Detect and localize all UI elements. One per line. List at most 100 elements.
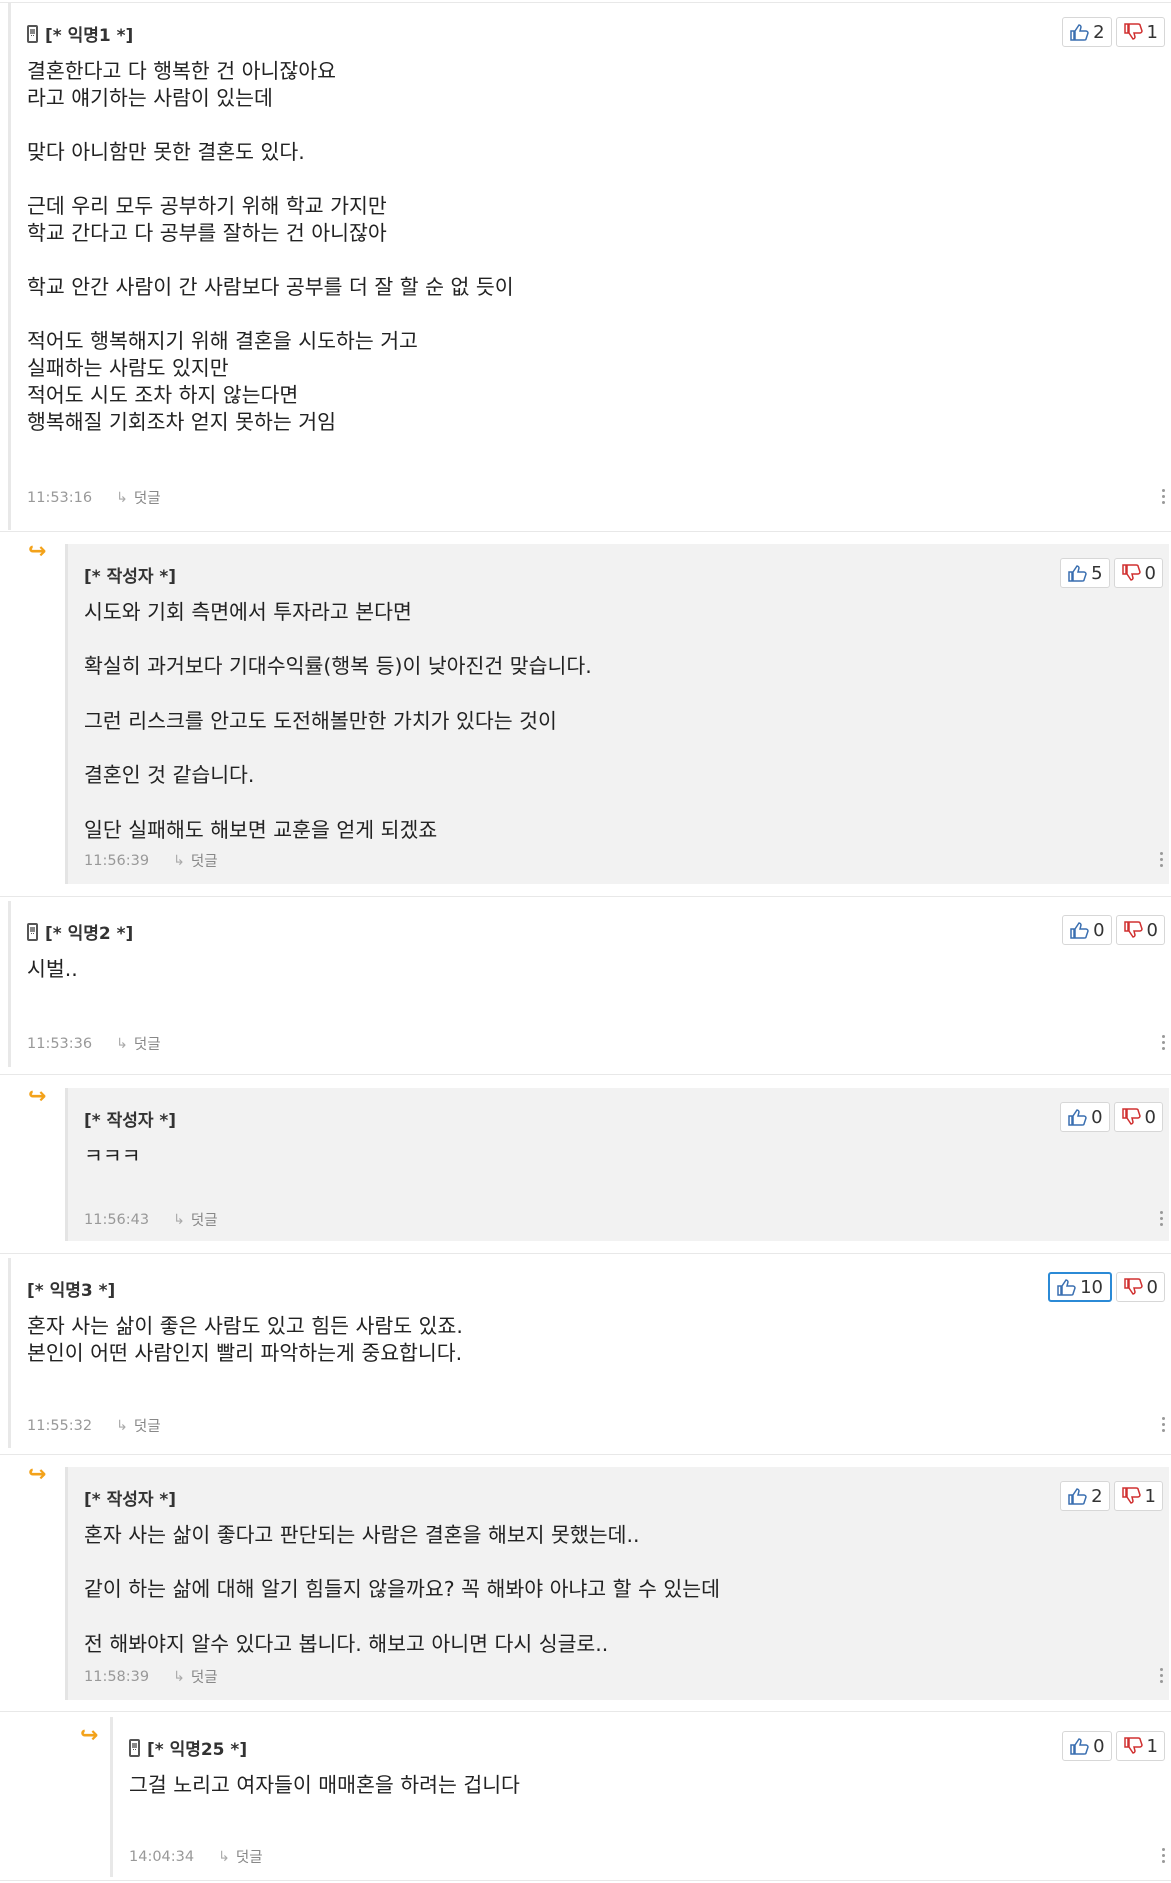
mobile-icon <box>27 24 38 43</box>
comment-time: 11:56:43 <box>84 1211 150 1228</box>
more-options-icon[interactable] <box>1161 1417 1165 1432</box>
vote-group: 0 0 <box>1060 1102 1163 1132</box>
reply-arrow-icon: ↳ <box>173 852 185 869</box>
thumbs-down-icon <box>1123 921 1143 939</box>
reply-1: ↪ [* 작성자 *] 5 0 시도와 기회 측면에서 투자라고 본다면 확실히… <box>0 532 1171 896</box>
nested-reply-1: ↪ [* 익명25 *] 0 1 그걸 노리고 여자들이 매매혼을 하려는 겁니… <box>0 1712 1171 1883</box>
reply-arrow-icon: ↳ <box>218 1848 230 1865</box>
vote-group: 2 1 <box>1062 17 1165 47</box>
comment-body: ㅋㅋㅋ <box>84 1144 141 1168</box>
reply-arrow-icon: ↳ <box>116 489 128 506</box>
reply-link[interactable]: ↳ 덧글 <box>173 850 217 871</box>
more-options-icon[interactable] <box>1161 1848 1165 1863</box>
downvote-button[interactable]: 0 <box>1113 558 1163 588</box>
comment-author[interactable]: [* 작성자 *] <box>84 1485 176 1510</box>
divider <box>0 1880 1171 1881</box>
downvote-count: 0 <box>1146 919 1158 941</box>
vote-group: 5 0 <box>1060 558 1163 588</box>
thumbs-down-icon <box>1121 1487 1141 1505</box>
reply-link[interactable]: ↳ 덧글 <box>116 1033 160 1054</box>
thumbs-down-icon <box>1123 1278 1143 1296</box>
downvote-button[interactable]: 0 <box>1115 915 1165 945</box>
reply-link[interactable]: ↳ 덧글 <box>218 1846 262 1867</box>
thumbs-down-icon <box>1121 1108 1141 1126</box>
thumbs-up-icon <box>1056 1278 1076 1296</box>
comment-author[interactable]: [* 작성자 *] <box>84 1106 176 1131</box>
upvote-count: 2 <box>1091 1485 1103 1507</box>
downvote-count: 1 <box>1144 1485 1156 1507</box>
comment-meta: 11:55:32 ↳ 덧글 <box>27 1415 161 1436</box>
thumbs-down-icon <box>1121 564 1141 582</box>
reply-link[interactable]: ↳ 덧글 <box>116 1415 160 1436</box>
comment-time: 14:04:34 <box>129 1848 195 1865</box>
comment-thread: [* 익명1 *] 2 1 결혼한다고 다 행복한 건 아니잖아요 라고 얘기하… <box>0 0 1171 1883</box>
more-options-icon[interactable] <box>1161 489 1165 504</box>
upvote-button[interactable]: 0 <box>1062 915 1112 945</box>
comment-time: 11:56:39 <box>84 852 150 869</box>
thumbs-up-icon <box>1067 564 1087 582</box>
downvote-count: 1 <box>1146 21 1158 43</box>
downvote-button[interactable]: 1 <box>1115 17 1165 47</box>
comment-author[interactable]: [* 익명1 *] <box>27 21 133 46</box>
comment-body: 시도와 기회 측면에서 투자라고 본다면 확실히 과거보다 기대수익률(행복 등… <box>84 600 592 842</box>
comment-1: [* 익명1 *] 2 1 결혼한다고 다 행복한 건 아니잖아요 라고 얘기하… <box>0 3 1171 530</box>
reply-arrow-icon: ↳ <box>116 1417 128 1434</box>
thumbs-down-icon <box>1123 1737 1143 1755</box>
more-options-icon[interactable] <box>1159 852 1163 867</box>
thumbs-down-icon <box>1123 23 1143 41</box>
reply-link[interactable]: ↳ 덧글 <box>173 1666 217 1687</box>
comment-meta: 14:04:34 ↳ 덧글 <box>129 1846 263 1867</box>
reply-indicator-icon: ↪ <box>28 539 47 564</box>
reply-arrow-icon: ↳ <box>173 1668 185 1685</box>
upvote-button[interactable]: 2 <box>1060 1481 1110 1511</box>
comment-meta: 11:58:39 ↳ 덧글 <box>84 1666 218 1687</box>
comment-time: 11:53:36 <box>27 1035 93 1052</box>
upvote-button[interactable]: 10 <box>1047 1272 1112 1302</box>
upvote-count: 5 <box>1091 562 1103 584</box>
comment-author[interactable]: [* 익명25 *] <box>129 1735 247 1760</box>
upvote-button[interactable]: 2 <box>1062 17 1112 47</box>
upvote-count: 10 <box>1080 1276 1103 1298</box>
vote-group: 0 1 <box>1062 1731 1165 1761</box>
comment-3: [* 익명3 *] 10 0 혼자 사는 삶이 좋은 사람도 있고 힘든 사람도… <box>0 1254 1171 1454</box>
thumbs-up-icon <box>1069 1737 1089 1755</box>
comment-body: 결혼한다고 다 행복한 건 아니잖아요 라고 얘기하는 사람이 있는데 맞다 아… <box>27 59 514 434</box>
downvote-button[interactable]: 1 <box>1113 1481 1163 1511</box>
more-options-icon[interactable] <box>1159 1668 1163 1683</box>
thumbs-up-icon <box>1067 1108 1087 1126</box>
reply-indicator-icon: ↪ <box>28 1084 47 1109</box>
reply-link[interactable]: ↳ 덧글 <box>173 1209 217 1230</box>
comment-meta: 11:56:43 ↳ 덧글 <box>84 1209 218 1230</box>
reply-indicator-icon: ↪ <box>28 1462 47 1487</box>
upvote-count: 2 <box>1093 21 1105 43</box>
reply-link[interactable]: ↳ 덧글 <box>116 487 160 508</box>
vote-group: 10 0 <box>1047 1272 1165 1302</box>
upvote-button[interactable]: 0 <box>1062 1731 1112 1761</box>
upvote-count: 0 <box>1093 1735 1105 1757</box>
downvote-button[interactable]: 1 <box>1115 1731 1165 1761</box>
vote-group: 0 0 <box>1062 915 1165 945</box>
comment-time: 11:55:32 <box>27 1417 93 1434</box>
more-options-icon[interactable] <box>1159 1211 1163 1226</box>
comment-author[interactable]: [* 익명2 *] <box>27 919 133 944</box>
comment-body: 그걸 노리고 여자들이 매매혼을 하려는 겁니다 <box>129 1773 520 1797</box>
comment-meta: 11:53:36 ↳ 덧글 <box>27 1033 161 1054</box>
downvote-count: 1 <box>1146 1735 1158 1757</box>
upvote-button[interactable]: 0 <box>1060 1102 1110 1132</box>
thumbs-up-icon <box>1069 921 1089 939</box>
comment-author[interactable]: [* 익명3 *] <box>27 1276 115 1301</box>
reply-2: ↪ [* 작성자 *] 0 0 ㅋㅋㅋ 11:56:43 ↳ 덧글 <box>0 1075 1171 1253</box>
reply-3: ↪ [* 작성자 *] 2 1 혼자 사는 삶이 좋다고 판단되는 사람은 결혼… <box>0 1455 1171 1711</box>
vote-group: 2 1 <box>1060 1481 1163 1511</box>
comment-body: 혼자 사는 삶이 좋다고 판단되는 사람은 결혼을 해보지 못했는데.. 같이 … <box>84 1523 721 1656</box>
upvote-button[interactable]: 5 <box>1060 558 1110 588</box>
comment-2: [* 익명2 *] 0 0 시벌.. 11:53:36 ↳ 덧글 <box>0 897 1171 1074</box>
downvote-button[interactable]: 0 <box>1115 1272 1165 1302</box>
thumbs-up-icon <box>1067 1487 1087 1505</box>
comment-author[interactable]: [* 작성자 *] <box>84 562 176 587</box>
more-options-icon[interactable] <box>1161 1035 1165 1050</box>
downvote-button[interactable]: 0 <box>1113 1102 1163 1132</box>
thumbs-up-icon <box>1069 23 1089 41</box>
comment-body: 혼자 사는 삶이 좋은 사람도 있고 힘든 사람도 있죠. 본인이 어떤 사람인… <box>27 1314 463 1365</box>
mobile-icon <box>129 1738 140 1757</box>
